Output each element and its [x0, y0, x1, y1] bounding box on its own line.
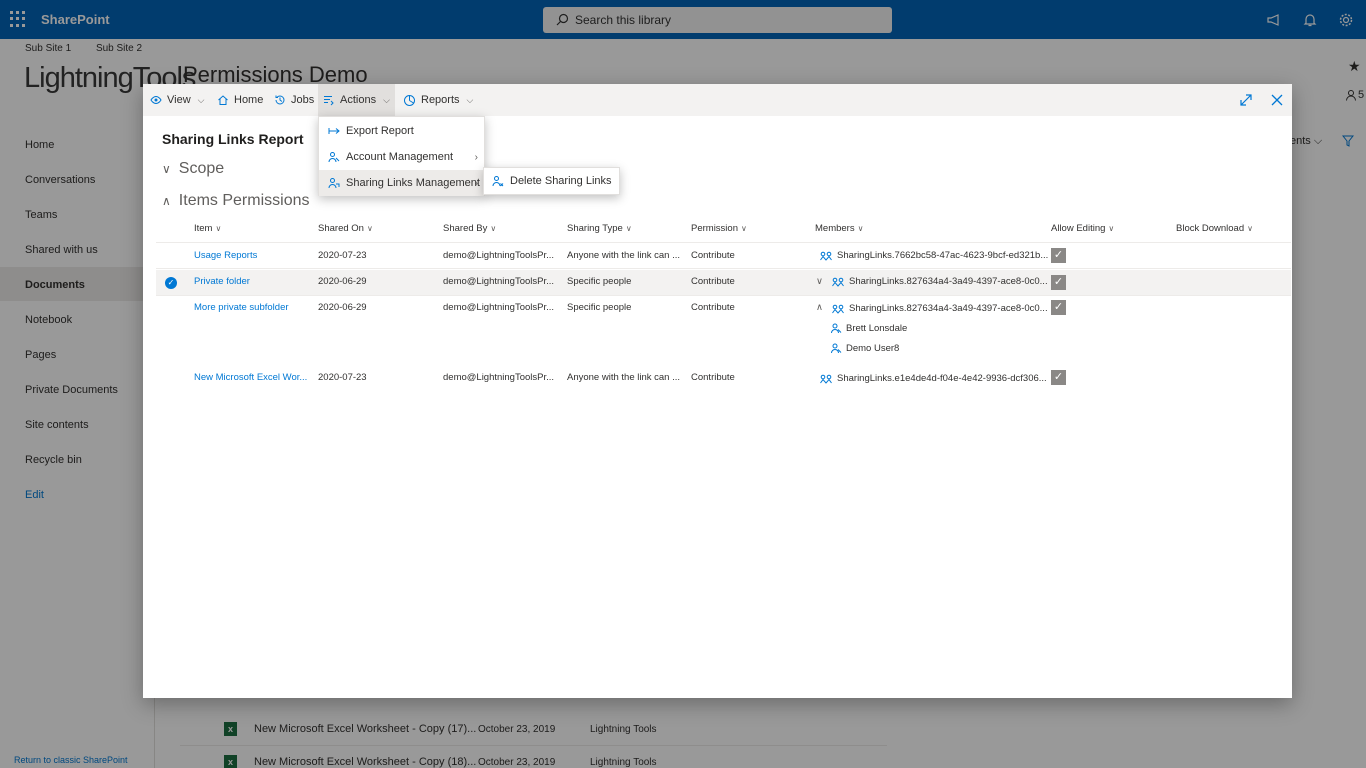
- expand-chevron-down-icon[interactable]: ∨: [816, 276, 823, 287]
- account-icon: [328, 152, 340, 163]
- column-header-shared-by[interactable]: Shared By ∨: [443, 223, 496, 234]
- expand-icon[interactable]: [1240, 94, 1252, 106]
- column-header-item[interactable]: Item ∨: [194, 223, 221, 234]
- shared-on: 2020-07-23: [318, 250, 367, 261]
- panel-toolbar: View ⌵ Home Jobs Actions ⌵ Reports ⌵: [143, 84, 1292, 116]
- menu-item-sharing-links-management[interactable]: Sharing Links Management ›: [319, 170, 484, 196]
- sharing-type: Specific people: [567, 302, 632, 313]
- actions-button[interactable]: Actions ⌵: [318, 84, 395, 116]
- eye-icon: [150, 95, 162, 105]
- sharing-group-icon: [832, 304, 844, 314]
- menu-item-delete-sharing-links[interactable]: Delete Sharing Links: [484, 168, 619, 194]
- sharing-group-icon: [820, 251, 832, 261]
- column-header-sharing-type[interactable]: Sharing Type ∨: [567, 223, 632, 234]
- view-button[interactable]: View ⌵: [145, 84, 209, 116]
- actions-menu: Export Report Account Management › Shari…: [318, 116, 485, 196]
- permission: Contribute: [691, 250, 735, 261]
- allow-editing-checkbox[interactable]: ✓: [1051, 370, 1066, 385]
- remove-user-icon: [492, 176, 504, 187]
- allow-editing-checkbox[interactable]: ✓: [1051, 275, 1066, 290]
- chevron-down-icon: ⌵: [197, 94, 205, 105]
- sub-member-name: Brett Lonsdale: [846, 323, 908, 334]
- permission: Contribute: [691, 302, 735, 313]
- user-icon: [831, 323, 842, 334]
- menu-item-account-management[interactable]: Account Management ›: [319, 144, 484, 170]
- home-icon: [218, 95, 228, 105]
- scope-label: Scope: [178, 160, 225, 177]
- allow-editing-checkbox[interactable]: ✓: [1051, 300, 1066, 315]
- menu-item-label: Account Management: [346, 151, 454, 163]
- menu-item-label: Delete Sharing Links: [510, 175, 612, 187]
- permission: Contribute: [691, 372, 735, 383]
- menu-item-label: Sharing Links Management: [346, 177, 480, 189]
- column-header-allow-editing[interactable]: Allow Editing ∨: [1051, 223, 1114, 234]
- reports-button[interactable]: Reports ⌵: [398, 84, 478, 116]
- report-title: Sharing Links Report: [162, 131, 304, 147]
- member-name: SharingLinks.7662bc58-47ac-4623-9bcf-ed3…: [837, 250, 1049, 261]
- export-icon: [328, 128, 340, 134]
- allow-editing-checkbox[interactable]: ✓: [1051, 248, 1066, 263]
- shared-on: 2020-06-29: [318, 276, 367, 287]
- table-row[interactable]: Usage Reports 2020-07-23 demo@LightningT…: [156, 243, 1291, 269]
- chevron-down-icon: ∨: [162, 162, 171, 176]
- table-row[interactable]: ✓ Private folder 2020-06-29 demo@Lightni…: [156, 270, 1291, 296]
- actions-label: Actions: [340, 94, 377, 106]
- home-label: Home: [234, 94, 264, 106]
- collapse-chevron-up-icon[interactable]: ∧: [816, 302, 823, 313]
- chevron-right-icon: ›: [474, 151, 478, 163]
- items-permissions-section[interactable]: ∧ Items Permissions: [162, 192, 310, 210]
- jobs-button[interactable]: Jobs: [269, 84, 319, 116]
- reports-icon: [404, 94, 415, 106]
- sharing-type: Anyone with the link can ...: [567, 372, 681, 383]
- report-panel: View ⌵ Home Jobs Actions ⌵ Reports ⌵ Sharin…: [143, 84, 1292, 698]
- sharing-links-submenu: Delete Sharing Links: [483, 167, 620, 195]
- home-button[interactable]: Home: [212, 84, 268, 116]
- user-icon: [831, 343, 842, 354]
- column-header-members[interactable]: Members ∨: [815, 223, 863, 234]
- scope-section[interactable]: ∨ Scope: [162, 160, 224, 178]
- sharing-group-icon: [832, 277, 844, 287]
- shared-on: 2020-06-29: [318, 302, 367, 313]
- close-icon[interactable]: [1271, 94, 1283, 106]
- shared-by: demo@LightningToolsPr...: [443, 372, 555, 383]
- item-link[interactable]: More private subfolder: [194, 302, 289, 313]
- member-name: SharingLinks.827634a4-3a49-4397-ace8-0c0…: [849, 276, 1048, 287]
- permission: Contribute: [691, 276, 735, 287]
- shared-by: demo@LightningToolsPr...: [443, 302, 555, 313]
- column-header-permission[interactable]: Permission ∨: [691, 223, 747, 234]
- shared-by: demo@LightningToolsPr...: [443, 250, 555, 261]
- menu-item-label: Export Report: [346, 125, 414, 137]
- item-link[interactable]: Private folder: [194, 276, 250, 287]
- chevron-down-icon: ⌵: [383, 94, 390, 105]
- actions-icon: [324, 96, 334, 106]
- item-link[interactable]: New Microsoft Excel Wor...: [194, 372, 307, 383]
- table-row[interactable]: More private subfolder 2020-06-29 demo@L…: [156, 296, 1291, 367]
- column-header-block-download[interactable]: Block Download ∨: [1176, 223, 1253, 234]
- sharing-type: Specific people: [567, 276, 632, 287]
- chevron-up-icon: ∧: [162, 194, 171, 208]
- member-name: SharingLinks.827634a4-3a49-4397-ace8-0c0…: [849, 303, 1048, 314]
- sharing-group-icon: [820, 374, 832, 384]
- column-header-shared-on[interactable]: Shared On ∨: [318, 223, 373, 234]
- sharing-type: Anyone with the link can ...: [567, 250, 681, 261]
- reports-label: Reports: [421, 94, 460, 106]
- items-permissions-label: Items Permissions: [178, 192, 310, 209]
- item-link[interactable]: Usage Reports: [194, 250, 257, 261]
- history-icon: [275, 95, 285, 105]
- jobs-label: Jobs: [291, 94, 315, 106]
- sharing-links-icon: [328, 178, 340, 189]
- chevron-down-icon: ⌵: [466, 94, 474, 105]
- member-name: SharingLinks.e1e4de4d-f04e-4e42-9936-dcf…: [837, 373, 1047, 384]
- row-selected-check-icon[interactable]: ✓: [165, 277, 177, 289]
- menu-item-export-report[interactable]: Export Report: [319, 118, 484, 144]
- sub-member-name: Demo User8: [846, 343, 900, 354]
- shared-by: demo@LightningToolsPr...: [443, 276, 555, 287]
- table-row[interactable]: New Microsoft Excel Wor... 2020-07-23 de…: [156, 367, 1291, 393]
- chevron-right-icon: ›: [474, 177, 478, 189]
- view-label: View: [167, 94, 191, 106]
- shared-on: 2020-07-23: [318, 372, 367, 383]
